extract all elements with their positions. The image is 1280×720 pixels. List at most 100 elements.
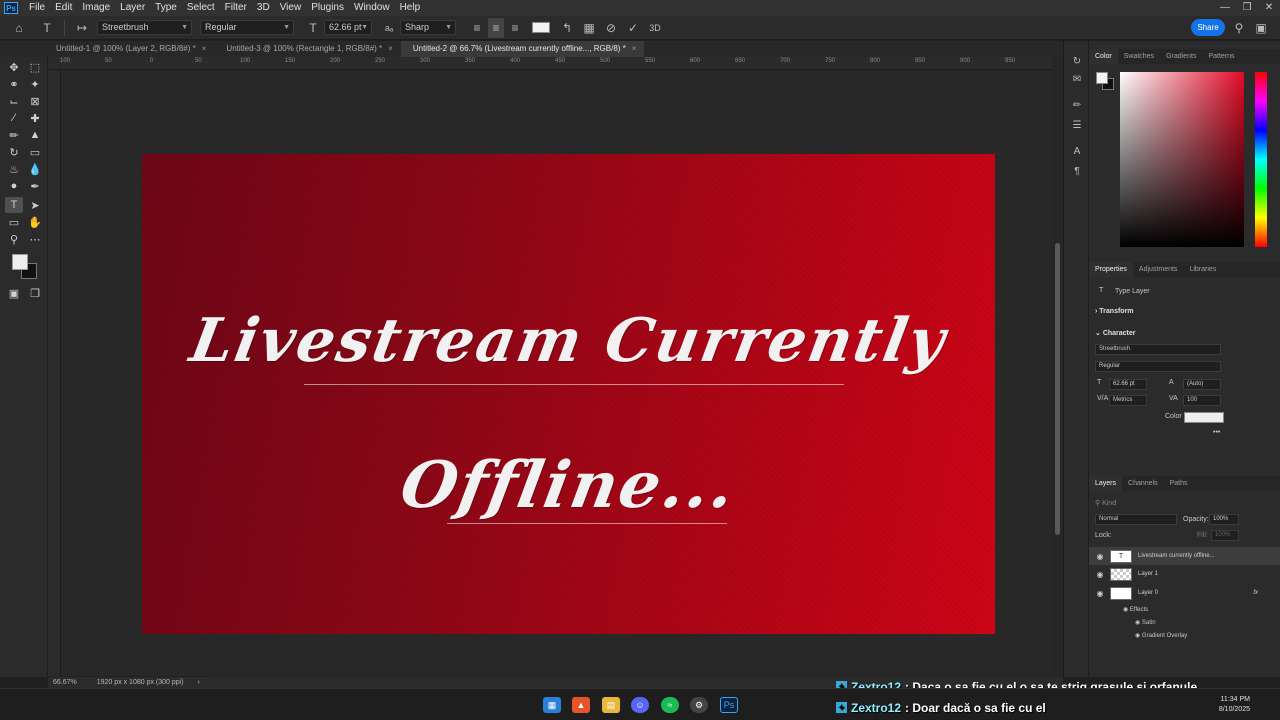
adjustments-icon[interactable]: ☰: [1070, 119, 1084, 133]
more-options-icon[interactable]: •••: [1213, 429, 1220, 436]
tracking-field[interactable]: 100: [1183, 395, 1221, 406]
eye-icon[interactable]: ◉: [1095, 589, 1105, 598]
commit-edit-icon[interactable]: ✓: [622, 18, 644, 38]
cancel-edit-icon[interactable]: ⊘: [600, 18, 622, 38]
pen-tool-icon[interactable]: ✒: [26, 178, 44, 194]
tab-gradients[interactable]: Gradients: [1160, 49, 1202, 64]
minimize-icon[interactable]: —: [1214, 0, 1236, 16]
color-picker-field[interactable]: [1120, 72, 1244, 247]
eye-icon[interactable]: ◉: [1123, 607, 1130, 613]
font-family-select[interactable]: Streetbrush ▼: [97, 20, 192, 35]
comments-icon[interactable]: ✉: [1070, 73, 1084, 87]
menu-plugins[interactable]: Plugins: [306, 0, 349, 16]
menu-file[interactable]: File: [24, 0, 50, 16]
history-icon[interactable]: ↻: [1070, 55, 1084, 69]
workspace[interactable]: Livestream Currently Offline...: [61, 70, 1052, 676]
tab-properties[interactable]: Properties: [1089, 262, 1133, 277]
frame-tool-icon[interactable]: ⊠: [26, 93, 44, 109]
workspace-icon[interactable]: ▣: [1250, 18, 1272, 38]
foreground-color-swatch[interactable]: [12, 254, 28, 270]
eye-icon[interactable]: ◉: [1135, 620, 1142, 626]
warp-text-icon[interactable]: ↰: [556, 18, 578, 38]
menu-3d[interactable]: 3D: [252, 0, 275, 16]
opacity-field[interactable]: 100%: [1209, 514, 1239, 525]
paragraph-icon[interactable]: ¶: [1070, 165, 1084, 179]
anti-alias-select[interactable]: Sharp ▼: [400, 20, 456, 35]
menu-select[interactable]: Select: [182, 0, 220, 16]
align-left-icon[interactable]: ≡: [466, 18, 488, 38]
eye-icon[interactable]: ◉: [1095, 552, 1105, 561]
transform-section[interactable]: › Transform: [1095, 308, 1134, 315]
lasso-tool-icon[interactable]: ⚭: [5, 76, 23, 92]
tab-libraries[interactable]: Libraries: [1183, 262, 1222, 277]
menu-window[interactable]: Window: [349, 0, 395, 16]
close-icon[interactable]: ×: [202, 44, 207, 53]
vertical-scrollbar[interactable]: [1052, 57, 1063, 677]
share-button[interactable]: Share: [1191, 19, 1225, 36]
history-brush-tool-icon[interactable]: ↻: [5, 144, 23, 160]
system-clock[interactable]: 11:34 PM 8/10/2025: [1219, 695, 1250, 715]
crop-tool-icon[interactable]: ⌙: [5, 93, 23, 109]
3d-icon[interactable]: 3D: [644, 18, 666, 38]
eyedropper-tool-icon[interactable]: ⁄: [5, 110, 23, 126]
path-selection-tool-icon[interactable]: ➤: [26, 197, 44, 213]
orientation-icon[interactable]: ↦: [71, 18, 93, 38]
menu-layer[interactable]: Layer: [115, 0, 150, 16]
effect-satin[interactable]: ◉ Satin: [1135, 619, 1156, 626]
layer-row-layer-1[interactable]: ◉ Layer 1: [1089, 565, 1280, 583]
clone-stamp-tool-icon[interactable]: ▲: [26, 127, 44, 143]
eye-icon[interactable]: ◉: [1135, 633, 1142, 639]
chevron-right-icon[interactable]: ›: [198, 679, 200, 686]
font-style-field[interactable]: Regular: [1095, 361, 1221, 372]
dodge-tool-icon[interactable]: ●: [5, 178, 23, 194]
home-icon[interactable]: ⌂: [8, 18, 30, 38]
restore-icon[interactable]: ❐: [1236, 0, 1258, 16]
font-size-field[interactable]: 62.66 pt: [1109, 379, 1147, 390]
foreground-color-swatch[interactable]: [1096, 72, 1108, 84]
type-tool-icon[interactable]: T: [5, 197, 23, 213]
align-center-icon[interactable]: ≡: [488, 17, 504, 38]
canvas-text-line-2[interactable]: Offline...: [135, 448, 1001, 523]
menu-view[interactable]: View: [275, 0, 307, 16]
menu-filter[interactable]: Filter: [220, 0, 252, 16]
fx-icon[interactable]: fx: [1253, 590, 1258, 596]
leading-field[interactable]: (Auto): [1183, 379, 1221, 390]
menu-help[interactable]: Help: [395, 0, 426, 16]
menu-edit[interactable]: Edit: [50, 0, 77, 16]
color-swatches[interactable]: [12, 254, 40, 282]
font-style-select[interactable]: Regular ▼: [200, 20, 294, 35]
type-tool-preset-icon[interactable]: T: [36, 18, 58, 38]
kerning-field[interactable]: Metrics: [1109, 395, 1147, 406]
marquee-tool-icon[interactable]: ⬚: [26, 59, 44, 75]
eye-icon[interactable]: ◉: [1095, 570, 1105, 579]
character-icon[interactable]: A: [1070, 145, 1084, 159]
more-tools-icon[interactable]: ⋯: [26, 231, 44, 247]
hand-tool-icon[interactable]: ✋: [26, 214, 44, 230]
tab-untitled-2[interactable]: Untitled-2 @ 66.7% (Livestream currently…: [400, 41, 645, 57]
zoom-tool-icon[interactable]: ⚲: [5, 231, 23, 247]
layer-filter-kind[interactable]: ⚲ Kind: [1095, 499, 1116, 507]
fill-field[interactable]: 100%: [1211, 530, 1239, 541]
close-icon[interactable]: ✕: [1258, 0, 1280, 16]
character-section[interactable]: ⌄ Character: [1095, 329, 1136, 337]
photoshop-taskbar-icon[interactable]: Ps: [720, 697, 738, 713]
brush-settings-icon[interactable]: ✏: [1070, 99, 1084, 113]
effects-group[interactable]: ◉ Effects: [1123, 606, 1148, 613]
file-explorer-icon[interactable]: ▤: [602, 697, 620, 713]
healing-brush-tool-icon[interactable]: ✚: [26, 110, 44, 126]
tab-color[interactable]: Color: [1089, 49, 1118, 64]
hue-slider[interactable]: [1255, 72, 1267, 247]
eraser-tool-icon[interactable]: ▭: [26, 144, 44, 160]
close-icon[interactable]: ×: [388, 44, 393, 53]
brush-tool-icon[interactable]: ✏: [5, 127, 23, 143]
scrollbar-thumb[interactable]: [1055, 243, 1060, 535]
paint-bucket-tool-icon[interactable]: ♨: [5, 161, 23, 177]
brave-browser-icon[interactable]: ▲: [572, 697, 590, 713]
quick-mask-icon[interactable]: ▣: [5, 285, 23, 301]
spotify-icon[interactable]: ≈: [661, 697, 679, 713]
layer-row-layer-0[interactable]: ◉ Layer 0 fx: [1089, 584, 1280, 602]
font-size-select[interactable]: 62.66 pt ▼: [324, 20, 372, 35]
tab-untitled-1[interactable]: Untitled-1 @ 100% (Layer 2, RGB/8#) * ×: [0, 41, 214, 57]
search-icon[interactable]: ⚲: [1228, 18, 1250, 38]
canvas-text-line-1[interactable]: Livestream Currently: [136, 306, 1001, 376]
